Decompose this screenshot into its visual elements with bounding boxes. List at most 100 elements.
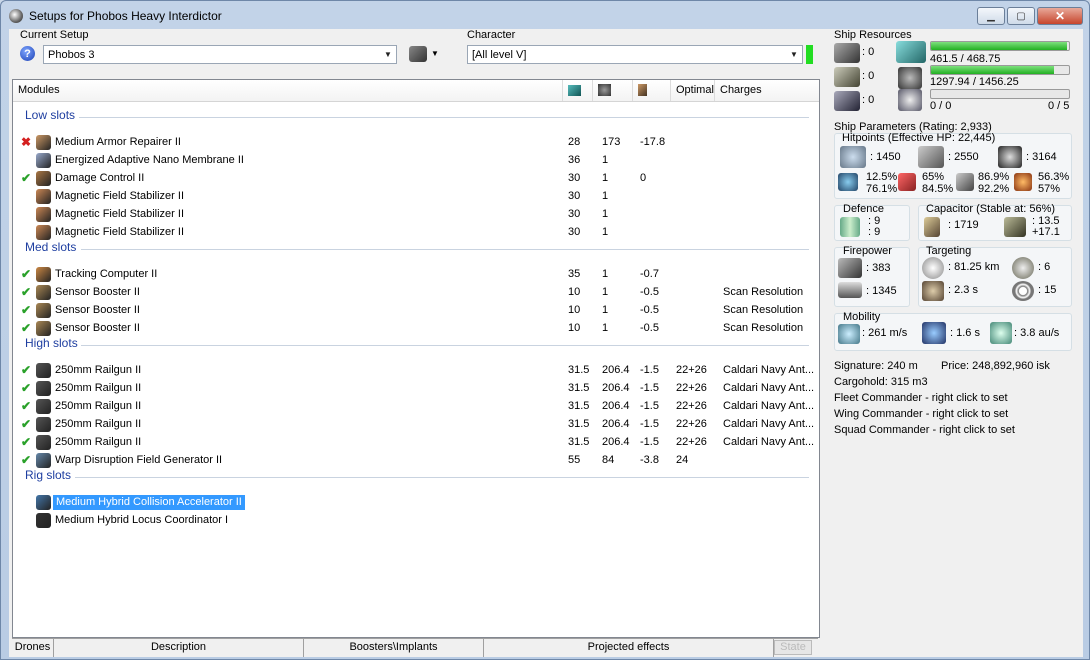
col-optimal[interactable]: Optimal <box>671 80 715 101</box>
defence-icon <box>840 217 860 237</box>
module-row[interactable]: Energized Adaptive Nano Membrane II 36 1 <box>13 152 819 170</box>
module-row[interactable]: ✔ Warp Disruption Field Generator II 55 84 -… <box>13 452 819 470</box>
module-icon <box>36 153 51 168</box>
module-name: 250mm Railgun II <box>55 436 142 448</box>
online-check-icon[interactable]: ✔ <box>21 285 31 299</box>
wing-commander[interactable]: Wing Commander - right click to set <box>834 408 1008 420</box>
module-row[interactable]: ✔ Sensor Booster II 10 1 -0.5 Scan Resolution <box>13 284 819 302</box>
lock-time-icon <box>922 281 944 301</box>
state-button[interactable]: State <box>774 640 812 655</box>
calibration-value: 0 / 0 <box>930 100 952 112</box>
module-name: Medium Hybrid Collision Accelerator II <box>53 495 245 510</box>
online-check-icon[interactable]: ✔ <box>21 303 31 317</box>
col-capacitor[interactable] <box>633 80 671 101</box>
module-row[interactable]: ✔ 250mm Railgun II 31.5 206.4 -1.5 22+26 Calda… <box>13 398 819 416</box>
module-row[interactable]: ✔ 250mm Railgun II 31.5 206.4 -1.5 22+26 Calda… <box>13 380 819 398</box>
module-name: 250mm Railgun II <box>55 400 142 412</box>
armor-icon <box>918 146 944 168</box>
app-icon <box>9 9 23 23</box>
kinetic-resist-armor: 92.2% <box>978 183 1010 195</box>
signature: Signature: 240 m <box>834 360 918 372</box>
tools-dropdown-icon[interactable]: ▼ <box>431 49 439 58</box>
module-capacitor: -0.5 <box>640 286 659 298</box>
scan-resolution: : 15 <box>1038 284 1057 296</box>
tab-description[interactable]: Description <box>54 639 304 657</box>
module-row[interactable]: Magnetic Field Stabilizer II 30 1 <box>13 188 819 206</box>
module-name: 250mm Railgun II <box>55 382 142 394</box>
module-powergrid: 1 <box>602 172 609 184</box>
module-name: Magnetic Field Stabilizer II <box>55 226 184 238</box>
col-modules[interactable]: Modules <box>13 80 563 101</box>
align-time: : 1.6 s <box>950 327 980 339</box>
high-slots-value: : 0 <box>862 46 875 58</box>
module-capacitor: -3.8 <box>640 454 659 466</box>
module-cpu: 30 <box>568 208 581 220</box>
module-cpu: 28 <box>568 136 581 148</box>
module-icon <box>36 171 51 186</box>
module-row[interactable]: ✔ 250mm Railgun II 31.5 206.4 -1.5 22+26 Calda… <box>13 362 819 380</box>
online-check-icon[interactable]: ✔ <box>21 171 31 185</box>
maximize-button[interactable]: ▢ <box>1007 7 1035 25</box>
module-row[interactable]: ✔ Tracking Computer II 35 1 -0.7 <box>13 266 819 284</box>
online-check-icon[interactable]: ✔ <box>21 381 31 395</box>
module-cpu: 55 <box>568 454 581 466</box>
module-icon <box>36 303 51 318</box>
module-row[interactable]: ✖ Medium Armor Repairer II 28 173 -17.8 <box>13 134 819 152</box>
thermal-resist-icon <box>898 173 916 191</box>
module-row[interactable]: Medium Hybrid Locus Coordinator I <box>13 512 819 530</box>
app-window: Setups for Phobos Heavy Interdictor ▁ ▢ … <box>0 0 1090 660</box>
offline-x-icon[interactable]: ✖ <box>21 135 31 149</box>
module-cpu: 30 <box>568 226 581 238</box>
powergrid-icon <box>898 67 922 89</box>
window-title: Setups for Phobos Heavy Interdictor <box>29 9 222 23</box>
explosive-resist-shield: 56.3% <box>1038 171 1070 183</box>
module-row[interactable]: ✔ Sensor Booster II 10 1 -0.5 Scan Resolution <box>13 302 819 320</box>
firepower-volley: : 1345 <box>866 285 897 297</box>
minimize-button[interactable]: ▁ <box>977 7 1005 25</box>
module-cpu: 10 <box>568 322 581 334</box>
tab-drones[interactable]: Drones <box>12 639 54 657</box>
setup-select[interactable]: Phobos 3 ▼ <box>43 45 397 64</box>
module-row[interactable]: ✔ Sensor Booster II 10 1 -0.5 Scan Resolution <box>13 320 819 338</box>
online-check-icon[interactable]: ✔ <box>21 363 31 377</box>
module-row[interactable]: Magnetic Field Stabilizer II 30 1 <box>13 206 819 224</box>
fitting-tools-icon[interactable] <box>409 46 427 62</box>
module-row[interactable]: ✔ 250mm Railgun II 31.5 206.4 -1.5 22+26 Calda… <box>13 416 819 434</box>
capacitor-title: Capacitor (Stable at: 56%) <box>926 203 1056 215</box>
hitpoints-title: Hitpoints (Effective HP: 22,445) <box>842 132 996 144</box>
fleet-commander[interactable]: Fleet Commander - right click to set <box>834 392 1008 404</box>
online-check-icon[interactable]: ✔ <box>21 321 31 335</box>
online-check-icon[interactable]: ✔ <box>21 435 31 449</box>
tab-boosters-implants[interactable]: Boosters\Implants <box>304 639 484 657</box>
col-powergrid[interactable] <box>593 80 633 101</box>
help-icon[interactable]: ? <box>20 46 35 61</box>
module-row[interactable]: ✔ Damage Control II 30 1 0 <box>13 170 819 188</box>
character-select[interactable]: [All level V] ▼ <box>467 45 803 64</box>
online-check-icon[interactable]: ✔ <box>21 453 31 467</box>
online-check-icon[interactable]: ✔ <box>21 399 31 413</box>
module-row[interactable]: ✔ 250mm Railgun II 31.5 206.4 -1.5 22+26 Calda… <box>13 434 819 452</box>
max-targets: : 6 <box>1038 261 1051 273</box>
firepower-title: Firepower <box>843 245 892 257</box>
online-check-icon[interactable]: ✔ <box>21 267 31 281</box>
med-slot-icon <box>834 67 860 87</box>
explosive-resist-armor: 57% <box>1038 183 1061 195</box>
capacitor-icon <box>924 217 940 237</box>
powergrid-value: 1297.94 / 1456.25 <box>930 76 1019 88</box>
col-charges[interactable]: Charges <box>715 80 819 101</box>
module-icon <box>36 285 51 300</box>
module-icon <box>36 189 51 204</box>
module-icon <box>36 267 51 282</box>
col-cpu[interactable] <box>563 80 593 101</box>
module-row[interactable]: Magnetic Field Stabilizer II 30 1 <box>13 224 819 242</box>
module-powergrid: 206.4 <box>602 400 630 412</box>
tab-projected-effects[interactable]: Projected effects <box>484 639 774 657</box>
module-cpu: 10 <box>568 304 581 316</box>
squad-commander[interactable]: Squad Commander - right click to set <box>834 424 1015 436</box>
thermal-resist-shield: 65% <box>922 171 945 183</box>
online-check-icon[interactable]: ✔ <box>21 417 31 431</box>
close-button[interactable]: ✕ <box>1037 7 1083 25</box>
module-row[interactable]: Medium Hybrid Collision Accelerator II <box>13 494 819 512</box>
group-divider <box>81 249 809 250</box>
module-powergrid: 206.4 <box>602 382 630 394</box>
